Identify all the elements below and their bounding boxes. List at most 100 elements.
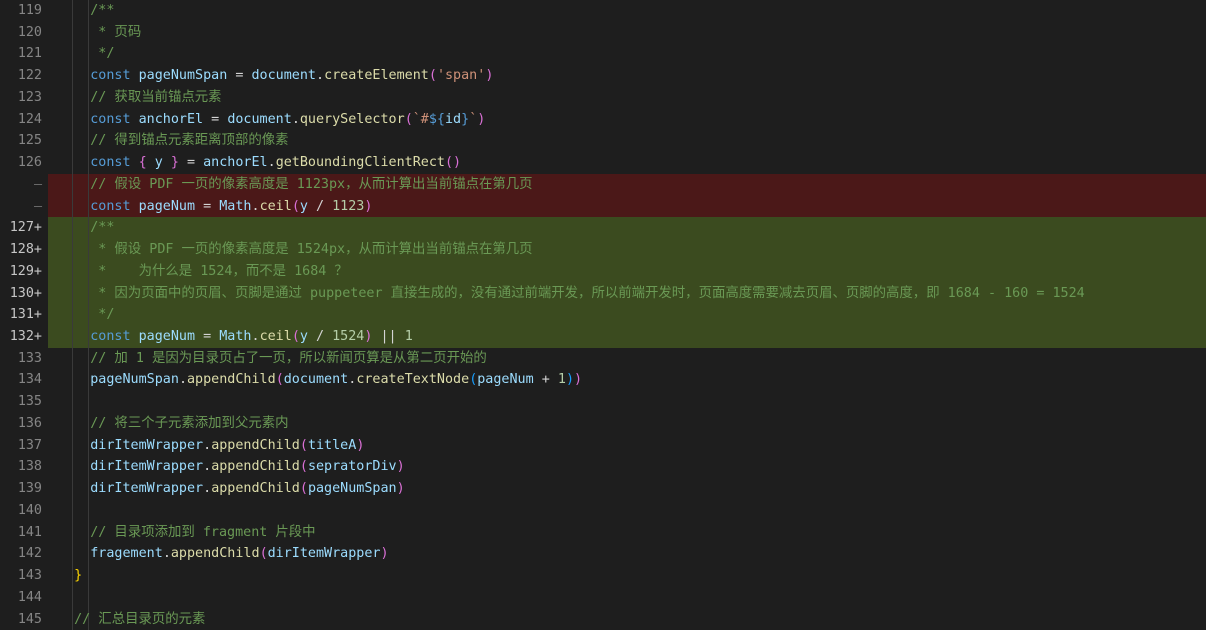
code-line[interactable]: 121 */ xyxy=(0,43,1206,66)
code-token: const xyxy=(58,198,139,214)
code-token: = xyxy=(195,198,220,214)
code-token: */ xyxy=(58,46,115,62)
code-line[interactable]: 139 dirItemWrapper.appendChild(pageNumSp… xyxy=(0,478,1206,500)
code-token: + xyxy=(533,372,558,388)
code-line[interactable]: 136 // 将三个子元素添加到父元素内 xyxy=(0,412,1206,435)
line-number: 128+ xyxy=(0,239,48,261)
code-token: 'span' xyxy=(436,68,486,84)
line-number: 138 xyxy=(17,459,42,475)
code-text: * 页码 xyxy=(58,22,141,44)
code-token: pageNum xyxy=(138,198,196,214)
code-token: anchorEl xyxy=(138,111,204,127)
code-line[interactable]: 126 const { y } = anchorEl.getBoundingCl… xyxy=(0,152,1206,174)
code-token: createElement xyxy=(324,68,429,84)
line-number: — xyxy=(0,195,48,218)
code-token: ( xyxy=(428,68,437,84)
line-number: 135 xyxy=(17,394,42,410)
code-line[interactable]: 122 const pageNumSpan = document.createE… xyxy=(0,65,1206,87)
code-line[interactable]: 140 xyxy=(0,499,1206,522)
code-token: ( xyxy=(299,459,308,475)
code-token: ( xyxy=(259,546,268,562)
line-number: 142 xyxy=(17,546,42,562)
code-token: . xyxy=(267,155,276,171)
code-line[interactable]: 141 // 目录项添加到 fragment 片段中 xyxy=(0,521,1206,544)
code-text: * 因为页面中的页眉、页脚是通过 puppeteer 直接生成的，没有通过前端开… xyxy=(58,283,1084,305)
diff-added-line[interactable]: 128+ * 假设 PDF 一页的像素高度是 1524px，从而计算出当前锚点在… xyxy=(0,239,1206,261)
diff-removed-line[interactable]: — // 假设 PDF 一页的像素高度是 1123px，从而计算出当前锚点在第几… xyxy=(0,173,1206,196)
code-line[interactable]: 143 } xyxy=(0,565,1206,587)
code-text: dirItemWrapper.appendChild(sepratorDiv) xyxy=(58,456,404,478)
code-text: /** xyxy=(58,0,114,22)
code-token: Math xyxy=(219,198,252,214)
code-token: * 页码 xyxy=(58,24,142,40)
code-token: ) xyxy=(485,68,494,84)
line-number: 143 xyxy=(17,568,42,584)
code-token: dirItemWrapper xyxy=(267,546,381,562)
line-number: 132+ xyxy=(0,326,48,348)
code-text: dirItemWrapper.appendChild(titleA) xyxy=(58,435,364,457)
code-line[interactable]: 144 xyxy=(0,586,1206,609)
code-text: const pageNum = Math.ceil(y / 1524) || 1 xyxy=(58,326,413,348)
code-text: // 得到锚点元素距离顶部的像素 xyxy=(58,130,288,152)
code-token: 1 xyxy=(557,372,566,388)
code-line[interactable]: 120 * 页码 xyxy=(0,21,1206,44)
code-token: appendChild xyxy=(211,481,300,497)
diff-added-line[interactable]: 131+ */ xyxy=(0,304,1206,327)
code-token: appendChild xyxy=(211,459,300,475)
code-text: * 为什么是 1524，而不是 1684 ？ xyxy=(58,261,348,283)
code-line[interactable]: 145 // 汇总目录页的元素 xyxy=(0,608,1206,630)
line-number: 123 xyxy=(17,89,42,105)
line-number: 125 xyxy=(17,133,42,149)
code-text: // 假设 PDF 一页的像素高度是 1123px，从而计算出当前锚点在第几页 xyxy=(58,174,532,196)
indent-guide xyxy=(88,565,89,587)
code-token: dirItemWrapper xyxy=(58,459,204,475)
code-text: * 假设 PDF 一页的像素高度是 1524px，从而计算出当前锚点在第几页 xyxy=(58,239,532,261)
diff-added-line[interactable]: 129+ * 为什么是 1524，而不是 1684 ？ xyxy=(0,260,1206,283)
code-line[interactable]: 133 // 加 1 是因为目录页占了一页，所以新闻页算是从第二页开始的 xyxy=(0,347,1206,370)
code-token: 1123 xyxy=(332,198,365,214)
code-token: ) xyxy=(380,546,389,562)
code-token: . xyxy=(203,459,212,475)
code-line[interactable]: 134 pageNumSpan.appendChild(document.cre… xyxy=(0,369,1206,392)
code-line[interactable]: 125 // 得到锚点元素距离顶部的像素 xyxy=(0,130,1206,153)
code-text: /** xyxy=(58,217,114,239)
code-text: pageNumSpan.appendChild(document.createT… xyxy=(58,369,582,391)
code-line[interactable]: 135 xyxy=(0,391,1206,413)
code-line[interactable]: 142 fragement.appendChild(dirItemWrapper… xyxy=(0,543,1206,566)
diff-added-line[interactable]: 130+ * 因为页面中的页眉、页脚是通过 puppeteer 直接生成的，没有… xyxy=(0,282,1206,305)
code-token: document xyxy=(251,68,317,84)
code-text: const anchorEl = document.querySelector(… xyxy=(58,109,485,131)
code-token: = xyxy=(203,111,228,127)
diff-added-line[interactable]: 127+ /** xyxy=(0,217,1206,240)
code-token: // 获取当前锚点元素 xyxy=(58,89,222,105)
code-token: dirItemWrapper xyxy=(58,437,204,453)
code-editor[interactable]: 119 /** 120 * 页码 121 */122 const pageNumSp… xyxy=(0,0,1206,630)
code-text: // 将三个子元素添加到父元素内 xyxy=(58,413,288,435)
code-token: document xyxy=(283,372,349,388)
code-token: ( xyxy=(291,198,300,214)
line-number: 145 xyxy=(17,611,42,627)
code-token: = xyxy=(195,329,220,345)
code-line[interactable]: 119 /** xyxy=(0,0,1206,22)
code-token: () xyxy=(445,155,462,171)
line-number: 122 xyxy=(17,68,42,84)
code-token: ( xyxy=(404,111,413,127)
code-token: y xyxy=(146,155,171,171)
code-token: * 为什么是 1524，而不是 1684 ？ xyxy=(58,263,348,279)
code-text: const pageNum = Math.ceil(y / 1123) xyxy=(58,196,372,218)
code-text: const pageNumSpan = document.createEleme… xyxy=(58,65,493,87)
code-line[interactable]: 124 const anchorEl = document.querySelec… xyxy=(0,108,1206,131)
code-token: . xyxy=(291,111,300,127)
code-token: const xyxy=(58,155,139,171)
code-text: // 加 1 是因为目录页占了一页，所以新闻页算是从第二页开始的 xyxy=(58,348,487,370)
code-line[interactable]: 123 // 获取当前锚点元素 xyxy=(0,86,1206,109)
code-token: ( xyxy=(291,329,300,345)
code-token: / xyxy=(307,329,333,345)
code-token: ) xyxy=(364,198,373,214)
code-line[interactable]: 138 dirItemWrapper.appendChild(sepratorD… xyxy=(0,456,1206,479)
code-token: document xyxy=(227,111,292,127)
code-line[interactable]: 137 dirItemWrapper.appendChild(titleA) xyxy=(0,434,1206,457)
diff-removed-line[interactable]: — const pageNum = Math.ceil(y / 1123) xyxy=(0,195,1206,218)
diff-added-line[interactable]: 132+ const pageNum = Math.ceil(y / 1524)… xyxy=(0,326,1206,348)
